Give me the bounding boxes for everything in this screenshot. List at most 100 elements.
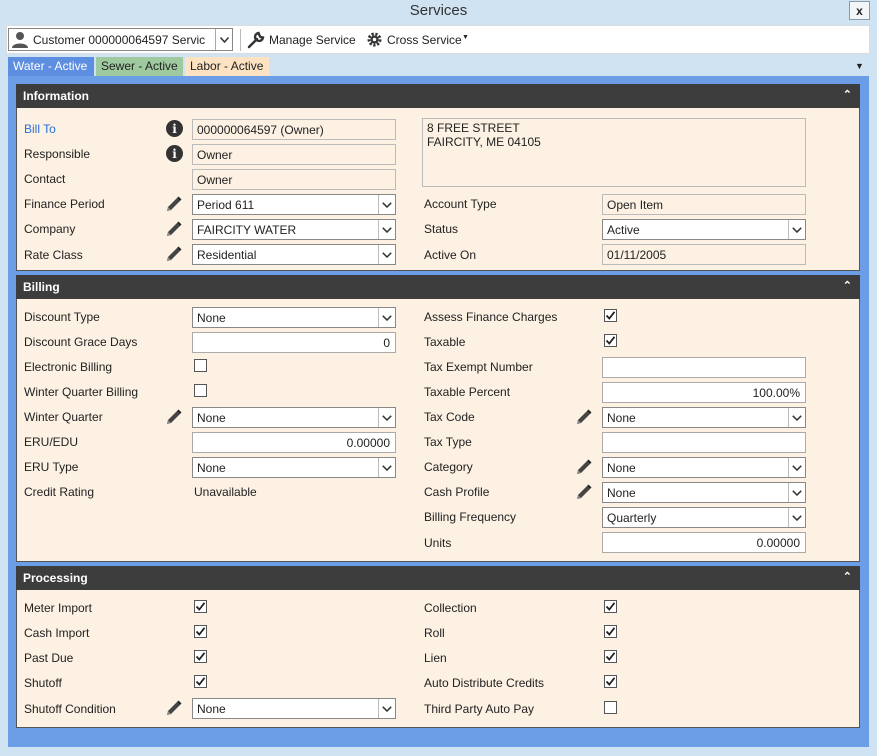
past-due-checkbox[interactable] [194,650,207,663]
processing-title: Processing [23,571,88,585]
tax-type-label: Tax Type [424,435,472,449]
pencil-icon[interactable] [573,407,593,427]
address-box: 8 FREE STREET FAIRCITY, ME 04105 [422,118,806,187]
address-line-1: 8 FREE STREET [427,121,520,135]
tax-code-label: Tax Code [424,410,475,424]
winter-quarter-select[interactable]: None [192,407,396,428]
pencil-icon[interactable] [573,457,593,477]
billing-header[interactable]: Billing ⌃ [16,275,860,299]
chevron-down-icon[interactable] [378,699,395,718]
electronic-billing-checkbox[interactable] [194,359,207,372]
cash-import-label: Cash Import [24,626,90,640]
shutoff-condition-value: None [197,702,226,716]
meter-import-checkbox[interactable] [194,600,207,613]
chevron-down-icon[interactable] [378,458,395,477]
pencil-icon[interactable] [573,482,593,502]
chevron-down-icon[interactable] [788,508,805,527]
company-label: Company [24,222,76,236]
pencil-icon[interactable] [163,698,183,718]
billing-frequency-select[interactable]: Quarterly [602,507,806,528]
company-select[interactable]: FAIRCITY WATER [192,219,396,240]
active-on-field: 01/11/2005 [602,244,806,265]
chevron-down-icon[interactable] [788,220,805,239]
checkmark-icon [605,652,616,661]
address-line-2: FAIRCITY, ME 04105 [427,135,541,149]
assess-finance-charges-checkbox[interactable] [604,309,617,322]
discount-type-select[interactable]: None [192,307,396,328]
pencil-icon[interactable] [163,244,183,264]
status-value: Active [607,223,640,237]
eru-edu-label: ERU/EDU [24,435,79,449]
information-header[interactable]: Information ⌃ [16,84,860,108]
status-select[interactable]: Active [602,219,806,240]
checkmark-icon [605,677,616,686]
chevron-down-icon[interactable] [378,408,395,427]
person-icon [12,32,28,48]
chevron-down-icon[interactable] [215,29,232,50]
collection-checkbox[interactable] [604,600,617,613]
chevron-down-icon[interactable] [378,308,395,327]
tab-water[interactable]: Water - Active [8,57,94,76]
double-chevron-up-icon[interactable]: ⌃ [843,279,852,292]
credit-rating-value: Unavailable [194,485,257,499]
tax-type-input[interactable] [602,432,806,453]
tax-code-select[interactable]: None [602,407,806,428]
tax-exempt-number-input[interactable] [602,357,806,378]
tab-overflow-icon[interactable]: ▼ [855,61,864,71]
eru-type-select[interactable]: None [192,457,396,478]
chevron-down-icon[interactable] [788,408,805,427]
category-value: None [607,461,636,475]
rate-class-select[interactable]: Residential [192,244,396,265]
roll-checkbox[interactable] [604,625,617,638]
lien-checkbox[interactable] [604,650,617,663]
eru-type-value: None [197,461,226,475]
gear-icon [367,32,382,47]
info-icon[interactable]: i [166,120,183,137]
tab-labor[interactable]: Labor - Active [185,57,269,76]
pencil-icon[interactable] [163,194,183,214]
discount-type-label: Discount Type [24,310,100,324]
caret-down-icon[interactable]: ▼ [462,34,469,41]
close-button[interactable]: x [849,1,870,20]
double-chevron-up-icon[interactable]: ⌃ [843,570,852,583]
double-chevron-up-icon[interactable]: ⌃ [843,88,852,101]
chevron-down-icon[interactable] [378,245,395,264]
units-input[interactable]: 0.00000 [602,532,806,553]
rate-class-value: Residential [197,248,257,262]
chevron-down-icon[interactable] [788,458,805,477]
cross-service-button[interactable]: Cross Service [387,33,462,47]
shutoff-condition-select[interactable]: None [192,698,396,719]
pencil-icon[interactable] [163,407,183,427]
processing-header[interactable]: Processing ⌃ [16,566,860,590]
third-party-auto-pay-checkbox[interactable] [604,701,617,714]
chevron-down-icon[interactable] [788,483,805,502]
chevron-down-icon[interactable] [378,195,395,214]
tax-exempt-number-label: Tax Exempt Number [424,360,533,374]
info-icon[interactable]: i [166,145,183,162]
wrench-icon [247,31,265,49]
finance-period-select[interactable]: Period 611 [192,194,396,215]
auto-distribute-credits-checkbox[interactable] [604,675,617,688]
contact-field: Owner [192,169,396,190]
discount-grace-days-input[interactable]: 0 [192,332,396,353]
auto-distribute-credits-label: Auto Distribute Credits [424,676,545,690]
category-select[interactable]: None [602,457,806,478]
eru-edu-input[interactable]: 0.00000 [192,432,396,453]
status-label: Status [424,222,459,236]
pencil-icon[interactable] [163,219,183,239]
taxable-percent-input[interactable]: 100.00% [602,382,806,403]
information-title: Information [23,89,89,103]
winter-quarter-billing-checkbox[interactable] [194,384,207,397]
taxable-checkbox[interactable] [604,334,617,347]
bill-to-link[interactable]: Bill To [24,122,56,136]
tab-sewer[interactable]: Sewer - Active [96,57,183,76]
cash-profile-value: None [607,486,636,500]
cash-profile-select[interactable]: None [602,482,806,503]
responsible-field: Owner [192,144,396,165]
shutoff-checkbox[interactable] [194,675,207,688]
chevron-down-icon[interactable] [378,220,395,239]
responsible-label: Responsible [24,147,91,161]
manage-service-button[interactable]: Manage Service [269,33,356,47]
checkmark-icon [195,652,206,661]
cash-import-checkbox[interactable] [194,625,207,638]
